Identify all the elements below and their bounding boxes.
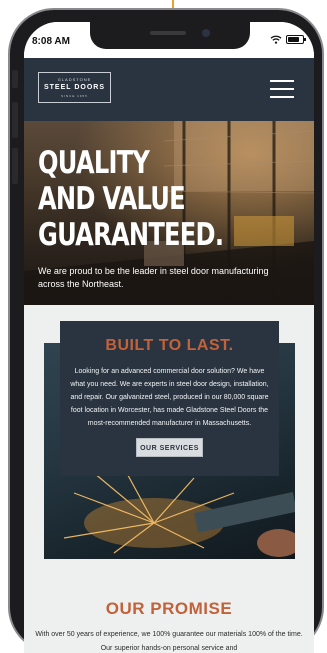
hero-subtitle: We are proud to be the leader in steel d… — [38, 266, 269, 289]
mute-switch — [12, 70, 18, 88]
hamburger-menu-icon[interactable] — [270, 80, 294, 99]
menu-line — [270, 96, 294, 98]
hero-title-line: QUALITY — [38, 145, 150, 181]
front-camera — [202, 29, 210, 37]
speaker-grille — [150, 31, 186, 35]
logo-top-text: GLADSTONE — [57, 77, 92, 82]
card-title: BUILT TO LAST. — [105, 337, 234, 354]
menu-line — [270, 80, 294, 82]
built-to-last-section: BUILT TO LAST. Looking for an advanced c… — [24, 305, 314, 653]
built-to-last-card: BUILT TO LAST. Looking for an advanced c… — [60, 321, 279, 476]
card-description: Looking for an advanced commercial door … — [70, 368, 269, 427]
status-icons — [270, 35, 306, 44]
battery-level — [288, 37, 299, 42]
phone-screen: 8:08 AM GLADSTONE STEEL DOORS SINCE 1955 — [24, 22, 314, 653]
hero-title-line: AND VALUE — [38, 181, 186, 217]
wifi-icon — [270, 35, 282, 44]
volume-up-button — [12, 102, 18, 138]
our-services-button[interactable]: OUR SERVICES — [136, 438, 203, 457]
hero-title: QUALITY AND VALUE GUARANTEED. — [38, 145, 241, 253]
menu-line — [270, 88, 294, 90]
site-header: GLADSTONE STEEL DOORS SINCE 1955 — [24, 58, 314, 121]
logo-bottom-text: SINCE 1955 — [61, 94, 88, 98]
status-bar: 8:08 AM — [24, 22, 314, 58]
logo-main-text: STEEL DOORS — [43, 84, 106, 91]
promise-heading: OUR PROMISE — [105, 599, 233, 618]
phone-notch — [90, 22, 250, 49]
volume-down-button — [12, 148, 18, 184]
battery-icon — [286, 35, 306, 44]
site-logo[interactable]: GLADSTONE STEEL DOORS SINCE 1955 — [38, 72, 111, 103]
hero-title-line: GUARANTEED. — [38, 217, 224, 253]
status-time: 8:08 AM — [32, 36, 70, 47]
promise-text: With over 50 years of experience, we 100… — [35, 631, 303, 652]
